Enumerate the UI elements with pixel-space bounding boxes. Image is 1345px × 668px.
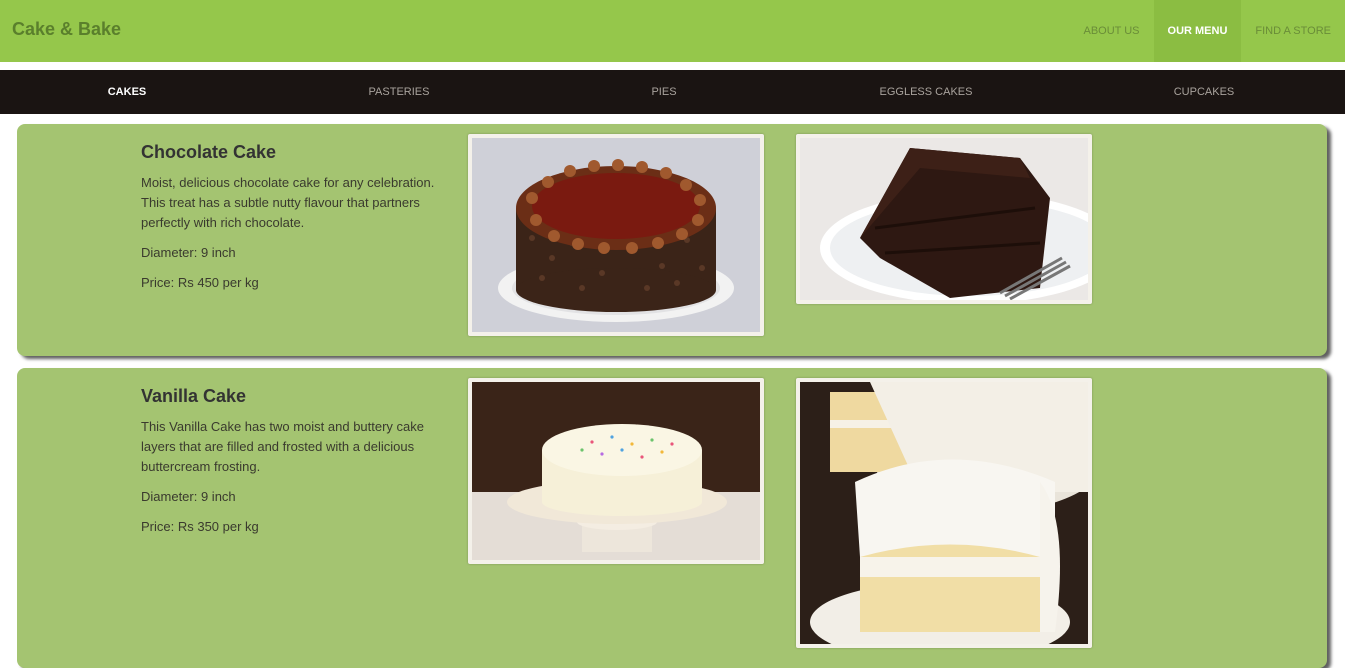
product-diameter: Diameter: 9 inch bbox=[141, 489, 236, 504]
product-info: Vanilla Cake This Vanilla Cake has two m… bbox=[141, 386, 446, 547]
product-card-chocolate: Chocolate Cake Moist, delicious chocolat… bbox=[17, 124, 1327, 356]
brand-logo[interactable]: Cake & Bake bbox=[12, 19, 121, 40]
product-diameter: Diameter: 9 inch bbox=[141, 245, 236, 260]
top-header: Cake & Bake ABOUT US OUR MENU FIND A STO… bbox=[0, 0, 1345, 62]
category-eggless-cakes[interactable]: EGGLESS CAKES bbox=[880, 70, 973, 114]
top-nav: ABOUT US OUR MENU FIND A STORE bbox=[1069, 0, 1345, 62]
vanilla-cake-slice-illustration bbox=[800, 382, 1088, 644]
product-title: Chocolate Cake bbox=[141, 142, 277, 162]
chocolate-cake-whole-illustration bbox=[472, 138, 760, 332]
chocolate-cake-slice-image[interactable] bbox=[796, 134, 1092, 304]
nav-about-us[interactable]: ABOUT US bbox=[1069, 0, 1153, 62]
vanilla-cake-whole-image[interactable] bbox=[468, 378, 764, 564]
chocolate-cake-whole-image[interactable] bbox=[468, 134, 764, 336]
category-cakes[interactable]: CAKES bbox=[108, 70, 147, 114]
chocolate-cake-slice-illustration bbox=[800, 138, 1088, 300]
vanilla-cake-whole-illustration bbox=[472, 382, 760, 560]
product-card-vanilla: Vanilla Cake This Vanilla Cake has two m… bbox=[17, 368, 1327, 668]
product-title: Vanilla Cake bbox=[141, 386, 247, 406]
vanilla-cake-slice-image[interactable] bbox=[796, 378, 1092, 648]
category-pies[interactable]: PIES bbox=[651, 70, 676, 114]
product-description: Moist, delicious chocolate cake for any … bbox=[141, 175, 435, 230]
category-cupcakes[interactable]: CUPCAKES bbox=[1174, 70, 1235, 114]
nav-find-a-store[interactable]: FIND A STORE bbox=[1241, 0, 1345, 62]
nav-our-menu[interactable]: OUR MENU bbox=[1153, 0, 1242, 62]
product-price: Price: Rs 450 per kg bbox=[141, 275, 259, 290]
category-pasteries[interactable]: PASTERIES bbox=[369, 70, 430, 114]
product-description: This Vanilla Cake has two moist and butt… bbox=[141, 419, 425, 474]
category-bar: CAKES PASTERIES PIES EGGLESS CAKES CUPCA… bbox=[0, 70, 1345, 114]
product-price: Price: Rs 350 per kg bbox=[141, 519, 259, 534]
product-info: Chocolate Cake Moist, delicious chocolat… bbox=[141, 142, 446, 303]
